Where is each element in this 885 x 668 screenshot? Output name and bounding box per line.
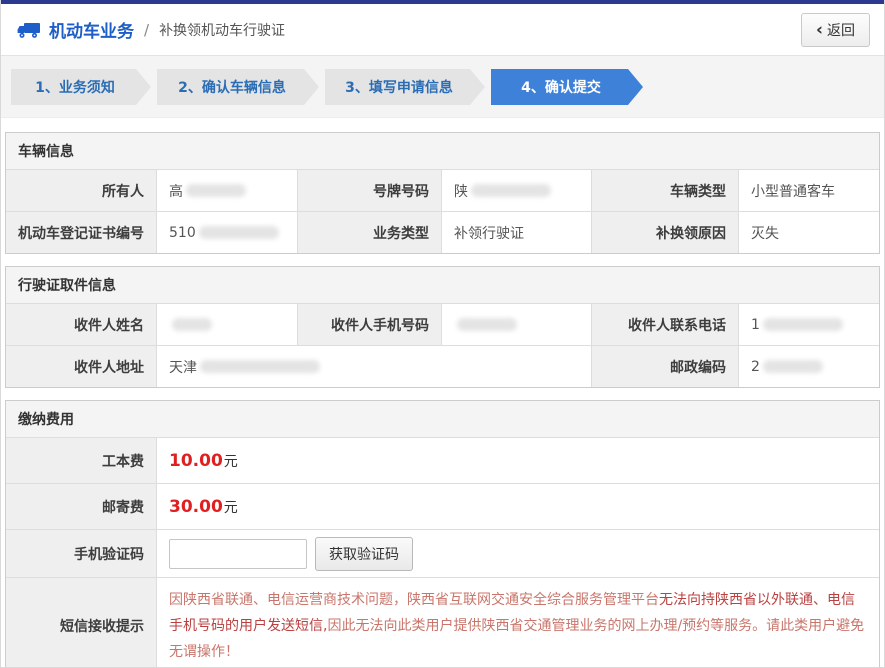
- redaction-blur: [763, 360, 823, 373]
- recipient-mobile-value: [442, 303, 592, 345]
- postal-code-label: 邮政编码: [592, 345, 739, 387]
- header: 机动车业务 / 补换领机动车行驶证 ‹ 返回: [1, 4, 884, 56]
- step-tab-2-confirm-vehicle[interactable]: 2、确认车辆信息: [157, 69, 319, 105]
- vehicle-info-title: 车辆信息: [6, 133, 879, 169]
- page: 机动车业务 / 补换领机动车行驶证 ‹ 返回 1、业务须知 2、确认车辆信息 3…: [0, 0, 885, 668]
- get-sms-code-button[interactable]: 获取验证码: [315, 537, 413, 571]
- redaction-blur: [457, 318, 517, 331]
- truck-icon: [17, 21, 41, 39]
- cost-fee-label: 工本费: [6, 437, 157, 483]
- sms-code-label: 手机验证码: [6, 529, 157, 577]
- business-type-value: 补领行驶证: [442, 211, 592, 253]
- business-type-label: 业务类型: [298, 211, 442, 253]
- owner-label: 所有人: [6, 169, 157, 211]
- redaction-blur: [471, 184, 551, 197]
- sms-notice-row: 因陕西省联通、电信运营商技术问题，陕西省互联网交通安全综合服务管理平台无法向持陕…: [157, 577, 879, 668]
- pickup-info-table: 收件人姓名 收件人手机号码 收件人联系电话 1 收件人地址 天津 邮政编码 2: [6, 303, 879, 387]
- pickup-info-section: 行驶证取件信息 收件人姓名 收件人手机号码 收件人联系电话 1 收件人地址 天津…: [5, 266, 880, 388]
- redaction-blur: [199, 226, 279, 239]
- main-content: 车辆信息 所有人 高 号牌号码 陕 车辆类型 小型普通客车 机动车登记证书编号 …: [1, 118, 884, 668]
- replace-reason-value: 灭失: [739, 211, 879, 253]
- fees-table: 工本费 10.00元 邮寄费 30.00元 手机验证码 获取验证码 短信接收提示…: [6, 437, 879, 668]
- vehicle-type-value: 小型普通客车: [739, 169, 879, 211]
- registration-cert-value: 510: [157, 211, 298, 253]
- cost-fee-value: 10.00元: [157, 437, 879, 483]
- fees-section: 缴纳费用 工本费 10.00元 邮寄费 30.00元 手机验证码 获取验证码 短…: [5, 400, 880, 668]
- fees-title: 缴纳费用: [6, 401, 879, 437]
- sms-code-row: 获取验证码: [157, 529, 879, 577]
- redaction-blur: [172, 318, 212, 331]
- redaction-blur: [200, 360, 320, 373]
- sms-notice-label: 短信接收提示: [6, 577, 157, 668]
- sms-notice-text: 因陕西省联通、电信运营商技术问题，陕西省互联网交通安全综合服务管理平台无法向持陕…: [169, 578, 867, 668]
- redaction-blur: [186, 184, 246, 197]
- app-title: 机动车业务: [49, 17, 134, 42]
- step-tab-3-fill-application[interactable]: 3、填写申请信息: [325, 69, 485, 105]
- postage-fee-value: 30.00元: [157, 483, 879, 529]
- back-button-label: 返回: [827, 20, 855, 40]
- step-tab-4-confirm-submit[interactable]: 4、确认提交: [491, 69, 643, 105]
- plate-number-value: 陕: [442, 169, 592, 211]
- redaction-blur: [763, 318, 843, 331]
- recipient-name-value: [157, 303, 298, 345]
- pickup-info-title: 行驶证取件信息: [6, 267, 879, 303]
- postal-code-value: 2: [739, 345, 879, 387]
- postage-fee-label: 邮寄费: [6, 483, 157, 529]
- back-chevron-icon: ‹: [816, 24, 823, 36]
- owner-value: 高: [157, 169, 298, 211]
- vehicle-type-label: 车辆类型: [592, 169, 739, 211]
- recipient-name-label: 收件人姓名: [6, 303, 157, 345]
- replace-reason-label: 补换领原因: [592, 211, 739, 253]
- back-button[interactable]: ‹ 返回: [801, 13, 870, 47]
- step-tab-1-business-notice[interactable]: 1、业务须知: [11, 69, 151, 105]
- sms-code-input[interactable]: [169, 539, 307, 569]
- breadcrumb-separator: /: [144, 21, 149, 39]
- vehicle-info-section: 车辆信息 所有人 高 号牌号码 陕 车辆类型 小型普通客车 机动车登记证书编号 …: [5, 132, 880, 254]
- steps-bar: 1、业务须知 2、确认车辆信息 3、填写申请信息 4、确认提交: [1, 56, 884, 118]
- vehicle-info-table: 所有人 高 号牌号码 陕 车辆类型 小型普通客车 机动车登记证书编号 510 业…: [6, 169, 879, 253]
- recipient-address-label: 收件人地址: [6, 345, 157, 387]
- recipient-phone-value: 1: [739, 303, 879, 345]
- plate-number-label: 号牌号码: [298, 169, 442, 211]
- recipient-phone-label: 收件人联系电话: [592, 303, 739, 345]
- page-title: 补换领机动车行驶证: [159, 20, 285, 40]
- breadcrumb: 机动车业务 / 补换领机动车行驶证: [17, 17, 285, 42]
- recipient-address-value: 天津: [157, 345, 592, 387]
- registration-cert-label: 机动车登记证书编号: [6, 211, 157, 253]
- recipient-mobile-label: 收件人手机号码: [298, 303, 442, 345]
